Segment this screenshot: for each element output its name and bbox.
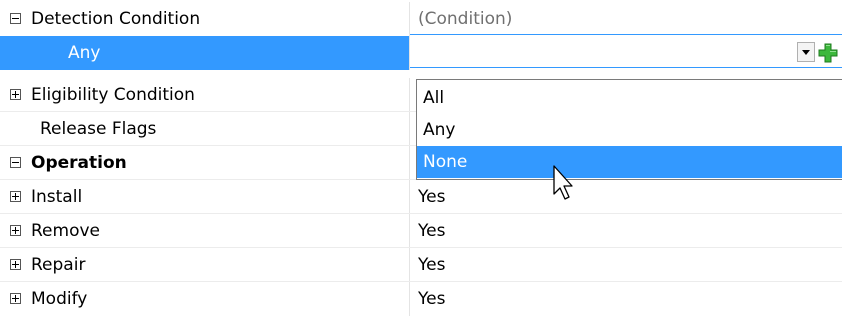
property-value-cell[interactable]: Yes: [410, 282, 842, 316]
property-label: Detection Condition: [31, 9, 201, 29]
property-label: Remove: [31, 221, 100, 241]
collapse-icon[interactable]: [10, 157, 21, 168]
expand-icon[interactable]: [10, 293, 21, 304]
option-label: All: [423, 88, 445, 108]
expand-icon[interactable]: [10, 259, 21, 270]
property-value-cell[interactable]: Yes: [410, 214, 842, 248]
property-label: Repair: [31, 255, 86, 275]
dropdown-arrow-icon[interactable]: [797, 42, 815, 62]
property-value-cell[interactable]: Yes: [410, 248, 842, 282]
row-repair[interactable]: Repair Yes: [0, 248, 842, 282]
green-plus-icon[interactable]: [817, 42, 839, 64]
dropdown-list[interactable]: All Any None: [416, 79, 842, 180]
row-detection-condition[interactable]: Detection Condition (Condition): [0, 2, 842, 36]
property-name-cell: Operation: [0, 146, 410, 180]
property-label: Any: [68, 43, 101, 63]
property-value: (Condition): [418, 9, 513, 29]
option-label: Any: [423, 120, 456, 140]
property-name-cell: Any: [0, 36, 410, 70]
property-name-cell: Release Flags: [0, 112, 410, 146]
property-label: Eligibility Condition: [31, 85, 195, 105]
dropdown-option-any[interactable]: Any: [417, 114, 842, 146]
row-install[interactable]: Install Yes: [0, 180, 842, 214]
property-value: Yes: [418, 187, 446, 207]
row-modify[interactable]: Modify Yes: [0, 282, 842, 316]
expand-icon[interactable]: [10, 225, 21, 236]
property-value: Yes: [418, 221, 446, 241]
collapse-icon[interactable]: [10, 13, 21, 24]
property-name-cell: Modify: [0, 282, 410, 316]
expand-icon[interactable]: [10, 89, 21, 100]
property-name-cell: Repair: [0, 248, 410, 282]
expand-icon[interactable]: [10, 191, 21, 202]
property-value: Yes: [418, 255, 446, 275]
property-name-cell: Remove: [0, 214, 410, 248]
mouse-pointer-icon: [553, 165, 573, 200]
value-editor[interactable]: [410, 34, 842, 68]
property-name-cell: Eligibility Condition: [0, 78, 410, 112]
dropdown-option-none[interactable]: None: [417, 146, 842, 178]
property-label: Modify: [31, 289, 88, 309]
property-label: Release Flags: [40, 119, 157, 139]
dropdown-option-all[interactable]: All: [417, 82, 842, 114]
property-value-cell[interactable]: (Condition): [410, 2, 842, 36]
property-value-cell[interactable]: Yes: [410, 180, 842, 214]
row-remove[interactable]: Remove Yes: [0, 214, 842, 248]
property-label: Install: [31, 187, 83, 207]
property-name-cell: Detection Condition: [0, 2, 410, 36]
category-label: Operation: [31, 153, 127, 173]
property-value: Yes: [418, 289, 446, 309]
property-name-cell: Install: [0, 180, 410, 214]
option-label: None: [423, 152, 468, 172]
